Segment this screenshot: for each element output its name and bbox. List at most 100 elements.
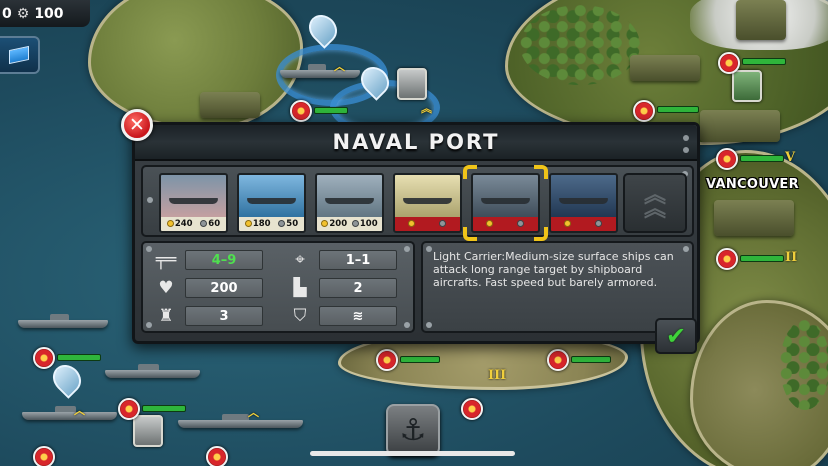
truck-unit[interactable]: [630, 55, 700, 81]
gear-cost: [438, 219, 447, 229]
allegiance-badge-icon: [461, 398, 483, 420]
coin-cost: [564, 219, 572, 229]
range-value: 1–1: [319, 250, 397, 270]
boot-icon: ▙: [293, 278, 307, 298]
artillery-unit[interactable]: [700, 110, 780, 142]
warship-unit[interactable]: [22, 406, 117, 420]
naval-port-dialog: NAVAL PORT 240 60 180 50 200 100 ︽ ︽ ╤═ 4–9 ⌖ …: [132, 122, 700, 354]
checkmark-icon: ✔: [665, 322, 687, 350]
allegiance-badge-icon: [547, 349, 569, 371]
allegiance-badge-icon: [376, 349, 398, 371]
unit-card-aircraft-carrier[interactable]: [549, 173, 618, 233]
hp-bar: [142, 405, 186, 412]
unit-description: Light Carrier:Medium-size surface ships …: [433, 250, 674, 289]
hp-bar: [314, 107, 348, 114]
upgrade-rank-button[interactable]: ︽ ︽: [623, 173, 687, 233]
submarine-image: [239, 175, 304, 219]
rank-chevron-icon: ︿: [334, 60, 345, 73]
menu-dots-icon: [683, 135, 689, 153]
truck-unit[interactable]: [200, 92, 260, 118]
close-icon: ✕: [129, 114, 145, 136]
gear-cost: 60: [200, 219, 220, 229]
submarine-unit[interactable]: [18, 314, 108, 328]
selection-corner: [463, 165, 477, 179]
general-portrait-icon[interactable]: [133, 415, 163, 447]
allegiance-badge-icon: [33, 446, 55, 466]
general-portrait-icon[interactable]: [397, 68, 427, 100]
gear-icon: [594, 220, 602, 227]
unit-cost: 240 60: [161, 217, 226, 231]
rank-chevron-icon: ︿: [74, 404, 85, 417]
rank-label: V: [785, 150, 796, 165]
resource-bar: 0 ⚙ 100: [0, 0, 90, 27]
unit-cost: 200 100: [317, 217, 382, 231]
tank-marker-icon[interactable]: [47, 359, 87, 399]
hp-bar: [740, 255, 784, 262]
stat-defense: ♜ 3: [153, 305, 263, 327]
heart-icon: ♥: [158, 278, 174, 298]
general-portrait-icon[interactable]: [732, 70, 762, 102]
gear-cost: 50: [278, 219, 298, 229]
rank-label: III: [488, 368, 507, 383]
port-anchor-button[interactable]: ⚓: [386, 404, 440, 456]
allegiance-badge-icon: [33, 347, 55, 369]
tank-unit[interactable]: [714, 200, 794, 236]
rank-chevron-icon: ︽: [421, 102, 432, 115]
forest: [520, 5, 640, 85]
gear-icon: [351, 220, 359, 227]
infantry-unit[interactable]: [736, 0, 786, 40]
selection-corner: [534, 227, 548, 241]
build-menu-button[interactable]: [0, 36, 40, 74]
move-value: 2: [319, 278, 397, 298]
stat-armor: ⛉ ≋: [287, 305, 397, 327]
gear-icon: [516, 220, 524, 227]
battleship-unit[interactable]: [178, 414, 303, 428]
coin-icon: [564, 220, 572, 227]
hp-bar: [740, 155, 784, 162]
stat-attack: ╤═ 4–9: [153, 249, 263, 271]
unit-card-light-carrier[interactable]: [471, 173, 540, 233]
unit-card-submarine[interactable]: 180 50: [237, 173, 306, 233]
unit-card-cruiser[interactable]: [393, 173, 462, 233]
coin-cost: 200: [321, 219, 347, 229]
gear-cost: [516, 219, 525, 229]
coin-icon: [166, 220, 174, 227]
stat-range: ⌖ 1–1: [287, 249, 397, 271]
flag-count: 0: [2, 5, 12, 22]
landmass-northwest: [88, 0, 303, 130]
unit-selector: 240 60 180 50 200 100 ︽ ︽: [141, 165, 694, 241]
unit-cost: [551, 217, 616, 231]
gear-count: 100: [34, 5, 64, 22]
unit-card-destroyer[interactable]: 240 60: [159, 173, 228, 233]
confirm-button[interactable]: ✔: [655, 318, 697, 354]
allegiance-badge-icon: [716, 148, 738, 170]
unit-card-battleship[interactable]: 200 100: [315, 173, 384, 233]
allegiance-badge-icon: [633, 100, 655, 122]
allegiance-badge-icon: [718, 52, 740, 74]
gear-icon: [278, 220, 286, 227]
coin-cost: [408, 219, 416, 229]
gear-icon: [438, 220, 446, 227]
anchor-icon: ⚓: [399, 412, 427, 448]
allegiance-badge-icon: [290, 100, 312, 122]
defense-value: 3: [185, 306, 263, 326]
allegiance-badge-icon: [118, 398, 140, 420]
city-label[interactable]: VANCOUVER: [706, 177, 799, 192]
rank-label: II: [785, 250, 798, 265]
rank-up-chevron-icon: ︽ ︽: [643, 183, 666, 222]
warship-unit[interactable]: [105, 364, 200, 378]
forest: [780, 320, 828, 410]
stat-hp: ♥ 200: [153, 277, 263, 299]
hp-bar: [571, 356, 611, 363]
gear-cost: [594, 219, 603, 229]
home-indicator: [310, 451, 515, 456]
gear-cost: 100: [351, 219, 378, 229]
warship-unit[interactable]: [280, 64, 360, 78]
close-button[interactable]: ✕: [121, 109, 153, 141]
tank-marker-icon[interactable]: [303, 9, 343, 49]
attack-value: 4–9: [185, 250, 263, 270]
coin-icon: [321, 220, 329, 227]
coin-cost: [486, 219, 494, 229]
unit-stats-panel: ╤═ 4–9 ⌖ 1–1 ♥ 200 ▙ 2 ♜ 3 ⛉ ≋: [141, 241, 415, 333]
dialog-title: NAVAL PORT: [332, 130, 500, 154]
